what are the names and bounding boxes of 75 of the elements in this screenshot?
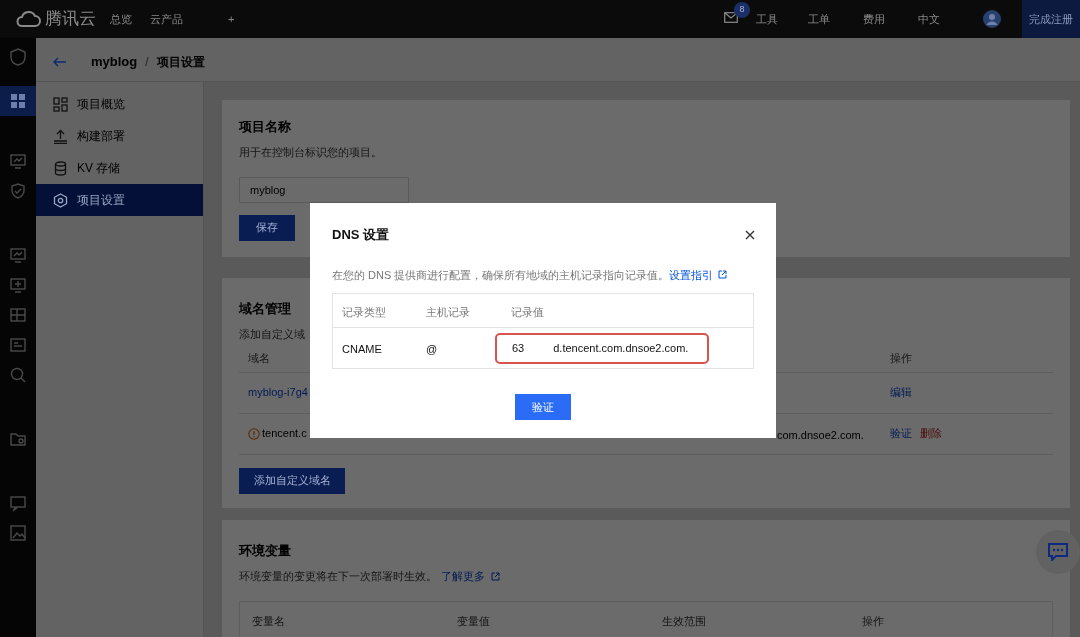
breadcrumb-link[interactable]: myblog: [91, 51, 138, 72]
external-link-icon: [718, 270, 728, 280]
setup-guide-link[interactable]: 设置指引: [669, 266, 714, 283]
breadcrumb-separator: /: [145, 53, 149, 71]
image-icon[interactable]: [9, 524, 27, 542]
grid-icon[interactable]: [9, 92, 27, 110]
avatar-icon[interactable]: [983, 10, 1001, 28]
section-description: 添加自定义域: [239, 327, 305, 342]
monitor-plus-icon[interactable]: [9, 276, 27, 294]
cloud-icon: [15, 10, 41, 28]
column-header: 域名: [248, 352, 270, 364]
column-header: 记录值: [511, 305, 544, 318]
shield-icon[interactable]: [9, 48, 27, 66]
column-header: 生效范围: [662, 614, 706, 627]
dashboard-icon: [53, 96, 68, 112]
section-description: 用于在控制台标识您的项目。: [239, 145, 382, 160]
top-bar-link[interactable]: 费用: [863, 10, 918, 28]
domain-link[interactable]: myblog-i7g4: [248, 384, 308, 401]
nav-item[interactable]: 项目设置: [36, 184, 203, 216]
record-value-end: d.tencent.com.dnsoe2.com.: [553, 340, 689, 356]
input-field[interactable]: myblog: [239, 176, 409, 203]
top-nav-link[interactable]: 总览: [110, 10, 150, 28]
section-title: 环境变量: [239, 542, 291, 560]
domain-text: tencent.c: [262, 426, 307, 442]
nav-item[interactable]: 项目概览: [36, 88, 203, 120]
section-title: 域名管理: [239, 300, 291, 318]
chat-bubble-icon: [1048, 543, 1068, 561]
top-nav-link[interactable]: 云产品: [150, 10, 228, 28]
action-link[interactable]: 编辑: [890, 384, 912, 401]
nav-item[interactable]: 构建部署: [36, 120, 203, 152]
record-value: com.dnsoe2.com.: [777, 428, 864, 441]
table-cell: CNAME: [342, 343, 382, 355]
delete-link[interactable]: 删除: [920, 425, 942, 442]
action-link[interactable]: 验证: [890, 425, 912, 442]
top-bar-link[interactable]: 工具: [756, 10, 808, 28]
nav-item[interactable]: KV 存储: [36, 152, 203, 184]
column-header: 记录类型: [342, 305, 386, 318]
shield-check-icon[interactable]: [9, 182, 27, 200]
column-header: 主机记录: [426, 305, 470, 318]
dialog-description: 在您的 DNS 提供商进行配置，确保所有地域的主机记录指向记录值。: [332, 267, 670, 283]
section-title: 项目名称: [239, 118, 291, 136]
record-value-start: 63: [512, 340, 525, 356]
panel-icon[interactable]: [9, 336, 27, 354]
column-header: 操作: [890, 352, 912, 364]
rail-item-highlight[interactable]: [0, 86, 36, 116]
folder-icon[interactable]: [9, 430, 27, 448]
save-button[interactable]: 保存: [239, 214, 295, 241]
breadcrumb-current: 项目设置: [156, 53, 205, 71]
close-icon[interactable]: [745, 229, 755, 240]
notification-badge: 8: [734, 2, 750, 18]
column-header: 变量名: [252, 614, 285, 627]
verify-button[interactable]: 验证: [515, 394, 571, 420]
external-link-icon: [491, 571, 500, 581]
logo-text: 腾讯云: [45, 8, 96, 31]
add-domain-button[interactable]: 添加自定义域名: [239, 467, 345, 494]
upload-icon: [53, 128, 68, 144]
register-button[interactable]: 完成注册: [1022, 0, 1080, 38]
top-bar-link[interactable]: 工单: [808, 10, 863, 28]
learn-more-link[interactable]: 了解更多: [441, 568, 485, 585]
table-cell: @: [426, 343, 438, 355]
warning-icon: [248, 427, 260, 440]
monitor-icon[interactable]: [9, 246, 27, 264]
chat-icon[interactable]: [9, 494, 27, 512]
search-icon[interactable]: [9, 366, 27, 384]
top-nav-link[interactable]: +: [228, 10, 248, 28]
database-icon: [53, 160, 68, 176]
mail-icon: [724, 12, 738, 23]
top-bar-link[interactable]: 中文: [918, 10, 973, 28]
table-icon[interactable]: [9, 306, 27, 324]
dialog-title: DNS 设置: [332, 226, 390, 244]
monitor-icon[interactable]: [9, 152, 27, 170]
hexagon-gear-icon: [53, 192, 68, 208]
column-header: 变量值: [457, 614, 490, 627]
column-header: 操作: [862, 614, 884, 627]
back-arrow-icon[interactable]: [53, 56, 67, 67]
